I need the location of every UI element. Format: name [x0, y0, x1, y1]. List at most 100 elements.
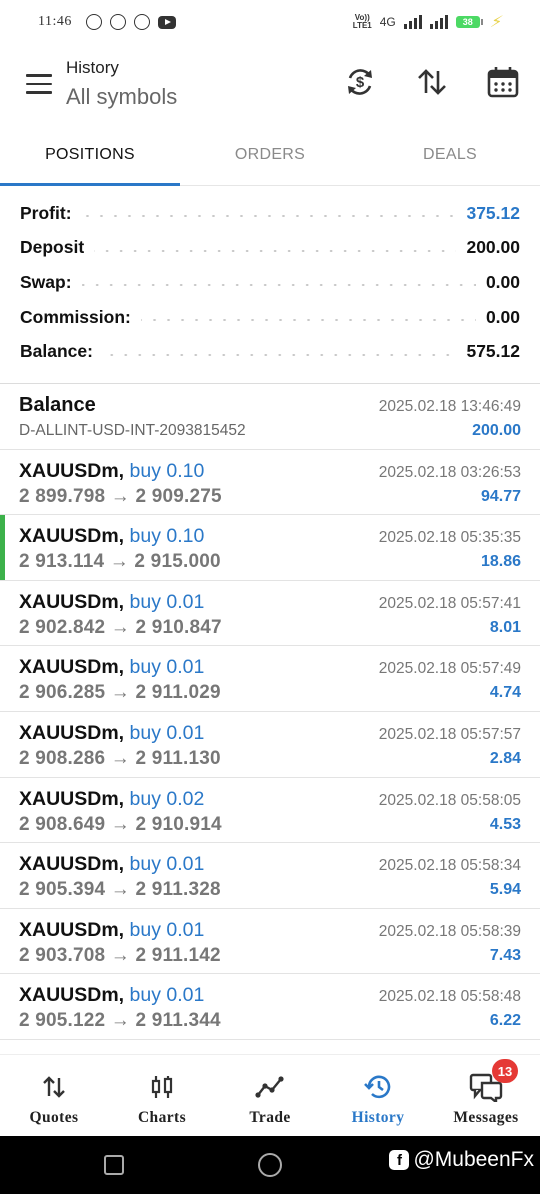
position-prices: 2 902.842 → 2 910.847: [19, 616, 222, 638]
whatsapp-icon: [133, 14, 150, 30]
tab-deals[interactable]: DEALS: [360, 124, 540, 185]
svg-text:$: $: [356, 74, 365, 91]
tab-positions[interactable]: POSITIONS: [0, 124, 180, 186]
position-time: 2025.02.18 05:58:34: [378, 857, 521, 875]
position-prices: 2 899.798 → 2 909.275: [19, 485, 222, 507]
nav-quotes[interactable]: Quotes: [0, 1055, 108, 1136]
position-profit: 2.84: [489, 749, 521, 767]
nav-messages[interactable]: Messages 13: [432, 1055, 540, 1136]
position-time: 2025.02.18 05:35:35: [378, 529, 521, 547]
signal-icon: [403, 15, 422, 29]
list-item[interactable]: XAUUSDm, buy 0.01 2 905.122 → 2 911.344 …: [0, 974, 540, 1040]
menu-icon[interactable]: [26, 74, 52, 94]
charts-icon: [149, 1073, 175, 1101]
position-time: 2025.02.18 05:57:41: [378, 594, 521, 612]
quotes-icon: [41, 1073, 67, 1101]
position-symbol: XAUUSDm,: [19, 721, 125, 744]
messages-badge: 13: [492, 1059, 518, 1083]
battery-icon: 38: [455, 16, 483, 28]
sort-icon[interactable]: [414, 64, 450, 100]
trade-icon: [255, 1073, 285, 1101]
position-prices: 2 908.649 → 2 910.914: [19, 813, 222, 835]
summary-row-deposit: Deposit 200.00: [20, 231, 520, 266]
currency-exchange-icon[interactable]: $: [342, 64, 378, 100]
position-symbol: XAUUSDm,: [19, 459, 125, 482]
nav-label: History: [351, 1109, 405, 1126]
position-side: buy 0.01: [129, 918, 205, 941]
position-time: 2025.02.18 05:58:05: [378, 791, 521, 809]
battery-level: 38: [455, 16, 480, 28]
system-navigation-bar: f @MubeenFx: [0, 1136, 540, 1194]
list-item[interactable]: XAUUSDm, buy 0.10 2 899.798 → 2 909.275 …: [0, 450, 540, 516]
summary-row-profit: Profit: 375.12: [20, 196, 520, 231]
network-type: 4G: [379, 15, 396, 29]
volte-indicator: Vo)) LTE1: [352, 13, 372, 30]
list-item[interactable]: XAUUSDm, buy 0.01 2 905.394 → 2 911.328 …: [0, 843, 540, 909]
list-item[interactable]: XAUUSDm, buy 0.01 2 902.842 → 2 910.847 …: [0, 581, 540, 647]
position-prices: 2 905.394 → 2 911.328: [19, 879, 221, 901]
whatsapp-icon: [85, 14, 102, 30]
position-profit: 4.53: [489, 815, 521, 833]
position-profit: 94.77: [480, 487, 521, 505]
nav-label: Trade: [249, 1109, 291, 1126]
status-right: Vo)) LTE1 4G 38 ⚡: [352, 12, 504, 32]
position-symbol: XAUUSDm,: [19, 525, 125, 548]
summary-row-swap: Swap: 0.00: [20, 265, 520, 300]
position-time: 2025.02.18 05:58:39: [378, 922, 521, 940]
position-prices: 2 913.114 → 2 915.000: [19, 551, 221, 573]
app-bar: History All symbols $: [0, 44, 540, 124]
nav-trade[interactable]: Trade: [216, 1055, 324, 1136]
calendar-icon[interactable]: [485, 64, 521, 100]
list-item-balance[interactable]: Balance D-ALLINT-USD-INT-2093815452 2025…: [0, 384, 540, 450]
position-symbol: XAUUSDm,: [19, 590, 125, 613]
position-prices: 2 905.122 → 2 911.344: [19, 1010, 221, 1032]
position-profit: 6.22: [489, 1012, 521, 1030]
list-item[interactable]: XAUUSDm, buy 0.01 2 903.708 → 2 911.142 …: [0, 909, 540, 975]
watermark: f @MubeenFx: [389, 1148, 534, 1172]
status-time: 11:46: [38, 14, 72, 29]
position-time: 2025.02.18 05:57:57: [378, 725, 521, 743]
recent-apps-button[interactable]: [104, 1155, 124, 1175]
balance-title: Balance: [19, 394, 96, 416]
deal-amount: 200.00: [472, 422, 521, 439]
signal-icon: [429, 15, 448, 29]
summary-value: 0.00: [485, 271, 520, 292]
symbol-filter[interactable]: All symbols: [66, 84, 177, 110]
nav-history[interactable]: History: [324, 1055, 432, 1136]
nav-charts[interactable]: Charts: [108, 1055, 216, 1136]
summary-value: 200.00: [466, 237, 520, 258]
watermark-text: @MubeenFx: [413, 1148, 534, 1171]
summary-value: 375.12: [466, 202, 520, 223]
home-button[interactable]: [258, 1153, 282, 1177]
position-side: buy 0.01: [129, 853, 205, 876]
summary-row-balance: Balance: 575.12: [20, 334, 520, 369]
b-app-icon: [109, 14, 126, 30]
position-side: buy 0.10: [129, 459, 205, 482]
status-bar: 11:46 Vo)) LTE1 4G 38 ⚡: [0, 0, 540, 44]
nav-label: Quotes: [29, 1109, 79, 1126]
position-profit: 8.01: [489, 618, 521, 636]
list-item[interactable]: XAUUSDm, buy 0.10 2 913.114 → 2 915.000 …: [0, 515, 540, 581]
balance-comment: D-ALLINT-USD-INT-2093815452: [19, 422, 246, 439]
summary-label: Commission:: [20, 306, 131, 327]
position-profit: 4.74: [489, 684, 521, 702]
position-time: 2025.02.18 05:57:49: [378, 660, 521, 678]
list-item[interactable]: XAUUSDm, buy 0.01 2 908.286 → 2 911.130 …: [0, 712, 540, 778]
list-item[interactable]: XAUUSDm, buy 0.02 2 908.649 → 2 910.914 …: [0, 778, 540, 844]
youtube-icon: [157, 15, 176, 29]
position-profit: 7.43: [489, 946, 521, 964]
position-symbol: XAUUSDm,: [19, 984, 125, 1007]
nav-label: Charts: [137, 1109, 187, 1126]
position-symbol: XAUUSDm,: [19, 918, 125, 941]
bottom-navigation: Quotes Charts Trade History Messages 13: [0, 1054, 540, 1136]
tab-orders[interactable]: ORDERS: [180, 124, 360, 185]
selection-indicator: [0, 515, 5, 580]
position-time: 2025.02.18 03:26:53: [378, 463, 521, 481]
position-side: buy 0.01: [129, 721, 205, 744]
position-side: buy 0.01: [129, 590, 205, 613]
status-left: 11:46: [38, 14, 176, 30]
list-item[interactable]: XAUUSDm, buy 0.01 2 906.285 → 2 911.029 …: [0, 646, 540, 712]
summary-label: Deposit: [20, 237, 85, 258]
summary-label: Profit:: [20, 202, 72, 223]
position-side: buy 0.02: [129, 787, 205, 810]
